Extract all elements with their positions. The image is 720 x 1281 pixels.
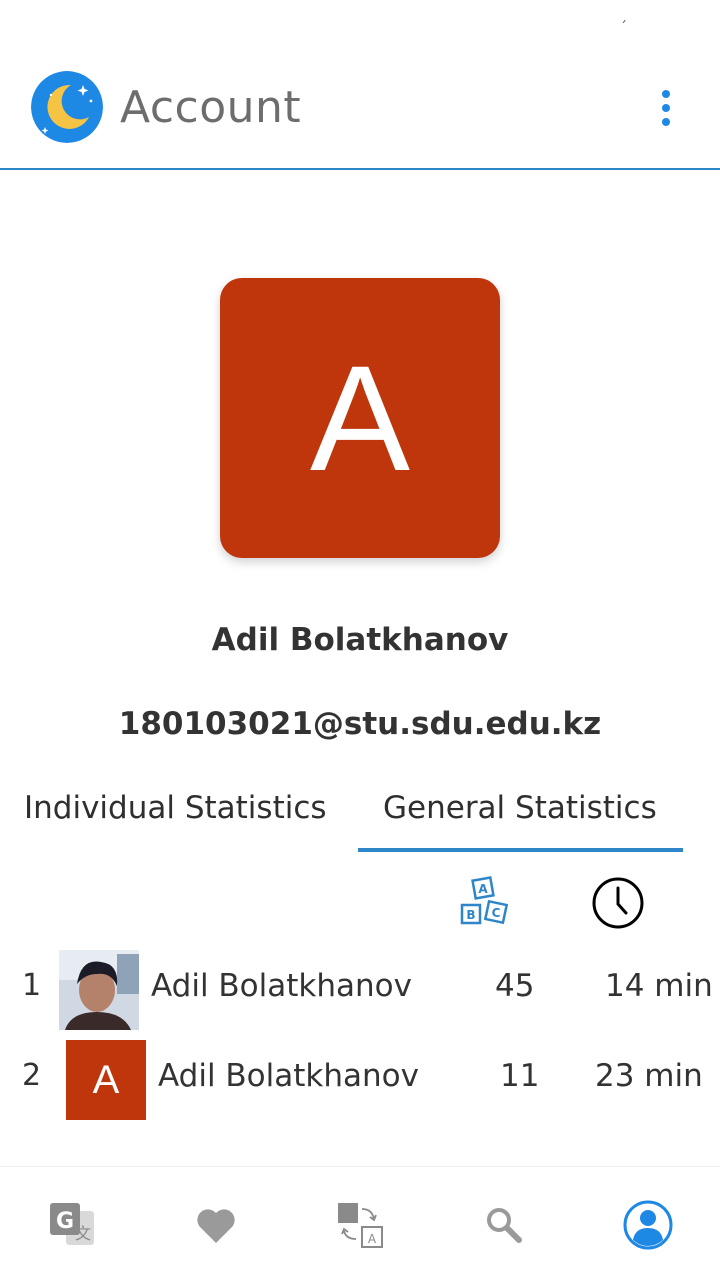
leaderboard-row[interactable]: 2 A Adil Bolatkhanov 11 23 min <box>0 1034 720 1120</box>
row-time: 23 min <box>595 1058 703 1094</box>
status-bar: ˊ <box>0 0 720 48</box>
svg-text:C: C <box>492 906 501 920</box>
row-words-count: 11 <box>500 1058 540 1094</box>
nav-account[interactable] <box>618 1195 678 1255</box>
tab-individual-statistics[interactable]: Individual Statistics <box>24 790 327 826</box>
search-icon <box>487 1208 522 1243</box>
active-tab-indicator <box>358 848 683 852</box>
svg-text:B: B <box>466 908 475 922</box>
user-photo-avatar <box>59 950 139 1030</box>
svg-text:G: G <box>56 1209 74 1234</box>
profile-avatar-initial: A <box>309 334 411 502</box>
profile-name: Adil Bolatkhanov <box>211 622 509 658</box>
profile-avatar[interactable]: A <box>220 278 500 558</box>
row-rank: 1 <box>22 968 42 1003</box>
tab-general-statistics[interactable]: General Statistics <box>383 790 657 826</box>
nav-favorites[interactable] <box>186 1195 246 1255</box>
nav-search[interactable] <box>474 1195 534 1255</box>
row-time: 14 min <box>605 968 713 1004</box>
row-words-count: 45 <box>495 968 535 1004</box>
svg-text:A: A <box>478 882 488 896</box>
account-icon <box>623 1200 673 1250</box>
status-indicator: ˊ <box>620 20 627 36</box>
clock-icon <box>592 877 644 929</box>
app-bar: Account <box>0 48 720 170</box>
more-options-button[interactable] <box>648 84 684 132</box>
svg-text:A: A <box>368 1232 377 1246</box>
profile-email: 180103021@stu.sdu.edu.kz <box>118 706 602 742</box>
bottom-navigation: G 文 A <box>0 1166 720 1281</box>
row-user-name: Adil Bolatkhanov <box>151 968 412 1004</box>
svg-text:文: 文 <box>75 1224 91 1243</box>
heart-icon <box>197 1209 235 1243</box>
nav-flashcards[interactable]: A <box>330 1195 390 1255</box>
page-title: Account <box>120 82 302 133</box>
avatar-initial: A <box>92 1057 120 1102</box>
leaderboard-row[interactable]: 1 Adil Bolatkhanov 45 14 min <box>0 944 720 1030</box>
translate-icon: G 文 <box>50 1203 94 1245</box>
nav-translate[interactable]: G 文 <box>42 1195 102 1255</box>
user-initial-avatar: A <box>66 1040 146 1120</box>
app-logo-icon <box>31 71 103 143</box>
row-rank: 2 <box>22 1058 42 1093</box>
abc-blocks-icon: A B C <box>460 876 509 925</box>
row-user-name: Adil Bolatkhanov <box>158 1058 419 1094</box>
flashcards-icon: A <box>338 1203 383 1248</box>
